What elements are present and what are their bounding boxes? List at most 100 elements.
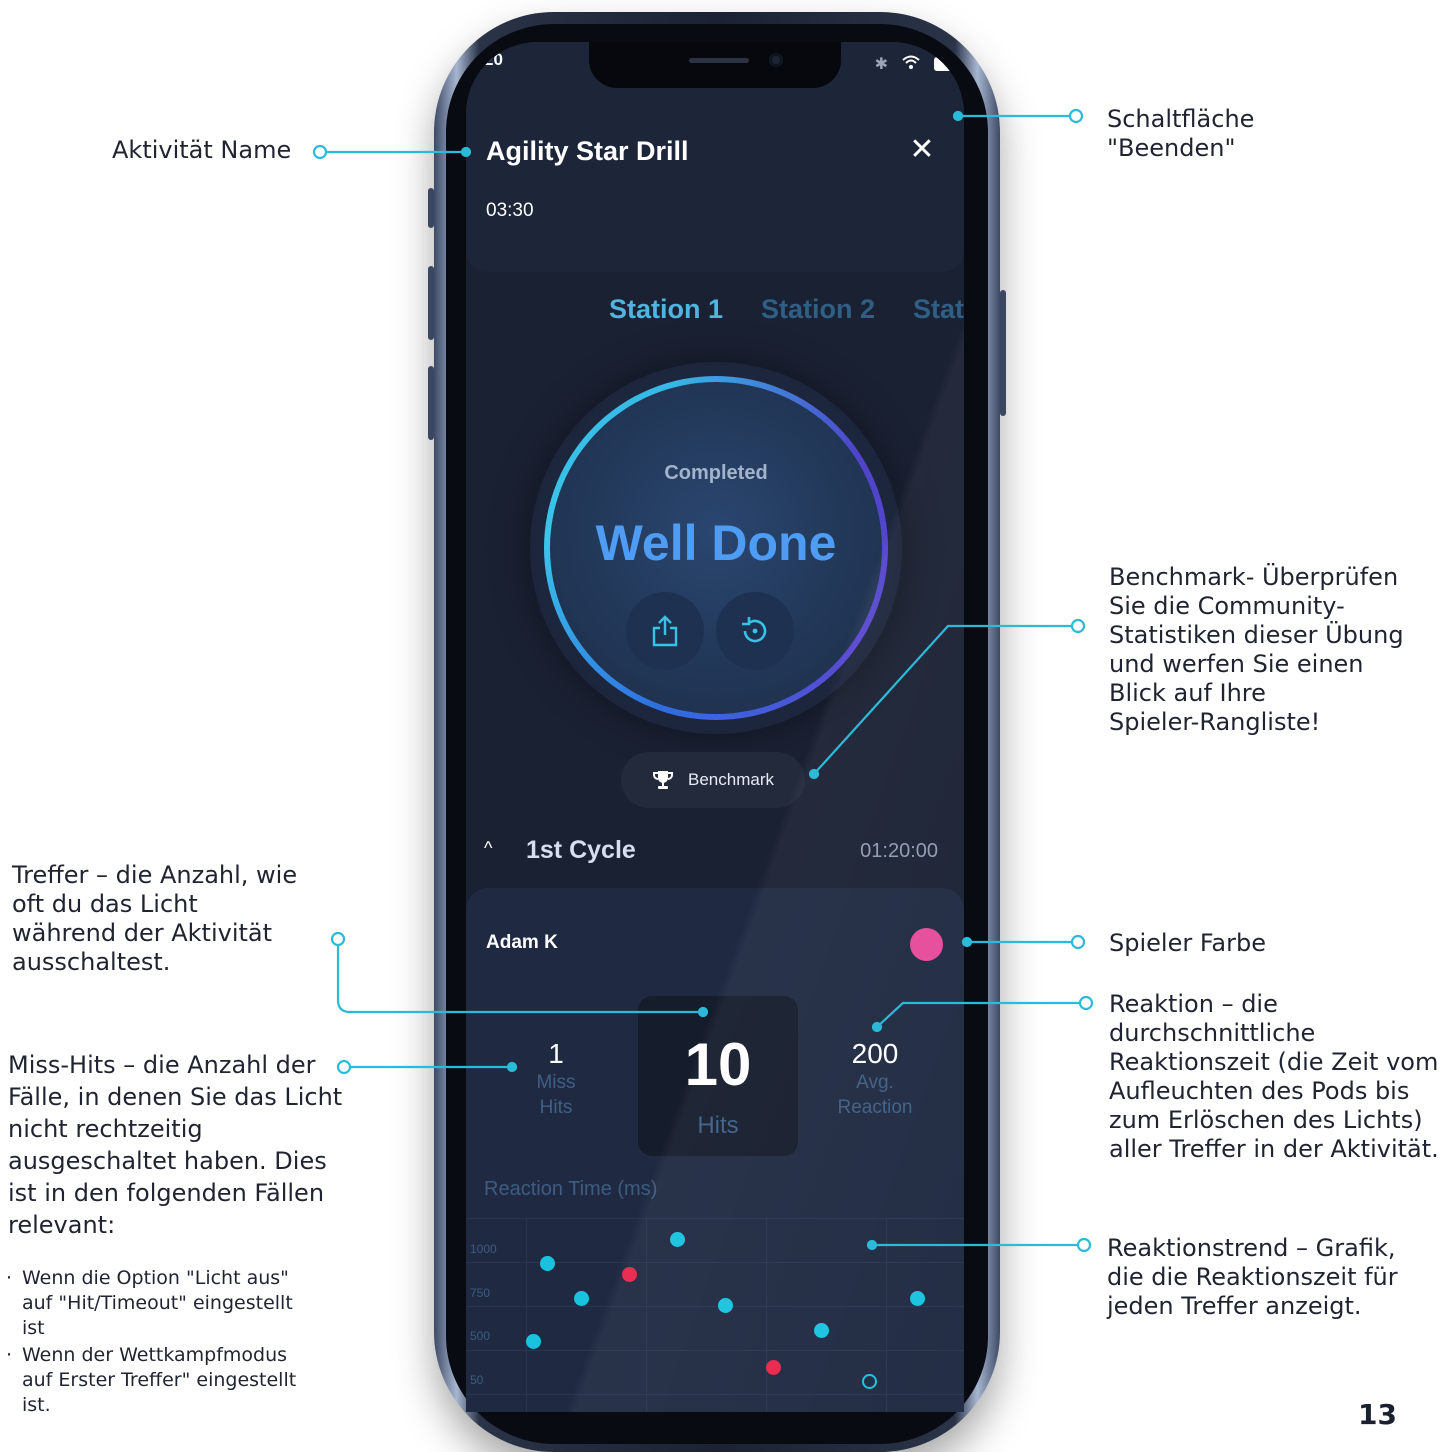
callout-end <box>330 931 346 947</box>
callout-end <box>1076 1237 1092 1253</box>
activity-timer: 03:30 <box>486 200 534 221</box>
miss-hits-value: 1 <box>548 1038 564 1069</box>
note-line: Fälle, in denen Sie das Licht <box>8 1083 343 1111</box>
chart-point-hit <box>670 1232 685 1247</box>
note-line: Spieler-Rangliste! <box>1109 708 1321 736</box>
note-reaction: Reaktion – die durchschnittliche Reaktio… <box>1109 990 1439 1164</box>
note-line: jeden Treffer anzeigt. <box>1107 1292 1362 1320</box>
chart-gridline <box>466 1306 964 1307</box>
status-time: 20 <box>484 50 503 69</box>
note-line: nicht rechtzeitig <box>8 1115 203 1143</box>
tab-station-2[interactable]: Station 2 <box>761 294 875 330</box>
chart-point-hit <box>718 1298 733 1313</box>
app-screen: 20 ✱ Agility Star Drill ✕ 03:30 Station … <box>466 42 964 1412</box>
cycle-header[interactable]: ^ 1st Cycle 01:20:00 <box>466 832 964 872</box>
note-line: Blick auf Ihre <box>1109 679 1266 707</box>
player-name: Adam K <box>486 932 558 953</box>
note-trend: Reaktionstrend – Grafik, die die Reaktio… <box>1107 1234 1398 1321</box>
note-line: ist in den folgenden Fällen <box>8 1179 325 1207</box>
miss-hits-label-1: Miss <box>536 1072 576 1093</box>
y-tick-label: 50 <box>470 1373 484 1387</box>
note-miss-hits: Miss-Hits – die Anzahl der Fälle, in den… <box>8 1049 342 1241</box>
note-end-button: Schaltfläche "Beenden" <box>1107 105 1254 163</box>
activity-title: Agility Star Drill <box>486 136 689 166</box>
trophy-icon <box>653 771 673 789</box>
hits-stat: 10 Hits <box>638 996 798 1156</box>
bullet-item: Wenn der Wettkampfmodus auf Erster Treff… <box>6 1343 296 1418</box>
note-line: die die Reaktionszeit für <box>1107 1263 1398 1291</box>
status-icons: ✱ <box>875 54 958 74</box>
note-line: Wenn die Option "Licht aus" <box>22 1267 289 1289</box>
note-line: Wenn der Wettkampfmodus <box>22 1344 288 1366</box>
chart-gridline <box>766 1218 767 1412</box>
ring-face: Completed Well Done <box>550 382 882 714</box>
share-button[interactable] <box>626 592 704 670</box>
player-card: Adam K 1 Miss Hits 10 Hits 200 Avg. Reac… <box>466 888 964 1412</box>
note-line: Reaktionszeit (die Zeit vom <box>1109 1048 1439 1076</box>
note-line: Benchmark- Überprüfen <box>1109 563 1399 591</box>
avg-reaction-stat: 200 Avg. Reaction <box>820 1038 930 1120</box>
tab-station-3[interactable]: Stat <box>913 294 964 330</box>
note-line: Aufleuchten des Pods bis <box>1109 1077 1410 1105</box>
chart-point-hit <box>526 1334 541 1349</box>
chart-gridline <box>466 1218 964 1219</box>
avg-reaction-value: 200 <box>851 1038 899 1069</box>
tab-station-1[interactable]: Station 1 <box>609 294 723 330</box>
miss-hits-stat: 1 Miss Hits <box>506 1038 606 1120</box>
note-line: während der Aktivität <box>12 919 273 947</box>
chart-point-hit <box>574 1291 589 1306</box>
close-button[interactable]: ✕ <box>906 134 938 166</box>
note-line: auf "Hit/Timeout" eingestellt <box>22 1292 293 1314</box>
note-benchmark: Benchmark- Überprüfen Sie die Community-… <box>1109 563 1404 737</box>
note-line: und werfen Sie einen <box>1109 650 1364 678</box>
result-title: Well Done <box>595 515 837 571</box>
y-tick-label: 500 <box>470 1329 491 1343</box>
hits-value: 10 <box>684 1031 752 1098</box>
note-line: Treffer – die Anzahl, wie <box>12 861 298 889</box>
chart-gridline <box>646 1218 647 1412</box>
chart-gridline <box>526 1218 527 1412</box>
phone-notch <box>589 42 841 88</box>
note-activity-name: Aktivität Name <box>112 136 292 164</box>
chart-point-miss <box>766 1360 781 1375</box>
y-tick-label: 750 <box>470 1286 491 1300</box>
note-line: oft du das Licht <box>12 890 198 918</box>
callout-end <box>1068 108 1084 124</box>
miss-hits-cases: Wenn die Option "Licht aus" auf "Hit/Tim… <box>6 1266 296 1420</box>
note-player-color: Spieler Farbe <box>1109 929 1267 957</box>
note-line: Reaktionstrend – Grafik, <box>1107 1234 1396 1262</box>
note-line: ist. <box>22 1394 51 1416</box>
chart-point-hit <box>910 1291 925 1306</box>
note-line: Statistiken dieser Übung <box>1109 621 1404 649</box>
reaction-chart: 1000 750 500 50 <box>466 1218 964 1412</box>
activity-header: 20 ✱ Agility Star Drill ✕ 03:30 <box>466 42 964 272</box>
chart-point-current <box>862 1374 877 1389</box>
reaction-chart-title: Reaction Time (ms) <box>484 1178 658 1200</box>
note-line: zum Erlöschen des Lichts) <box>1109 1106 1423 1134</box>
phone-volume-down <box>428 366 434 440</box>
note-hits: Treffer – die Anzahl, wie oft du das Lic… <box>12 861 297 977</box>
cycle-time: 01:20:00 <box>860 840 938 862</box>
benchmark-label: Benchmark <box>688 770 774 789</box>
note-line: aller Treffer in der Aktivität. <box>1109 1135 1439 1163</box>
restart-icon <box>742 617 767 643</box>
speaker <box>689 58 749 63</box>
note-line: ausschaltest. <box>12 948 171 976</box>
avg-reaction-label-1: Avg. <box>856 1072 894 1093</box>
wifi-icon <box>902 55 920 74</box>
chart-point-hit <box>540 1256 555 1271</box>
callout-end <box>1070 618 1086 634</box>
phone-side-button <box>428 188 434 228</box>
note-line: "Beenden" <box>1107 134 1236 162</box>
bluetooth-icon: ✱ <box>874 56 888 73</box>
restart-button[interactable] <box>716 592 794 670</box>
callout-end <box>1078 995 1094 1011</box>
note-line: durchschnittliche <box>1109 1019 1316 1047</box>
benchmark-button[interactable]: Benchmark <box>621 752 805 808</box>
page-number: 13 <box>1358 1398 1397 1431</box>
callout-end <box>312 144 328 160</box>
miss-hits-label-2: Hits <box>539 1097 573 1118</box>
result-ring: Completed Well Done <box>530 362 902 734</box>
bullet-item: Wenn die Option "Licht aus" auf "Hit/Tim… <box>6 1266 296 1341</box>
station-tabs: Station 1 Station 2 Stat <box>609 294 964 330</box>
